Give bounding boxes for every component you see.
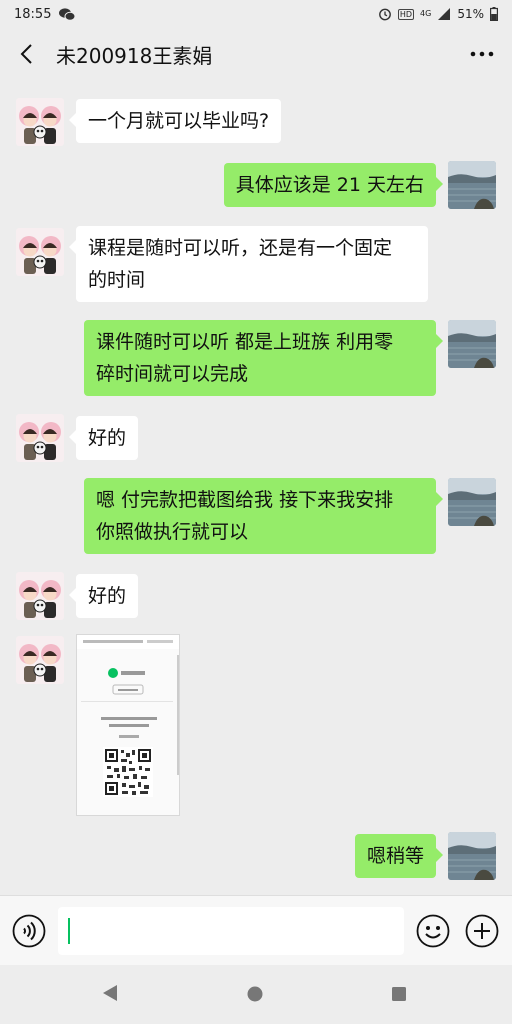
message-text: 具体应该是 21 天左右 (235, 174, 424, 196)
my-avatar[interactable] (448, 320, 496, 368)
nav-back-button[interactable] (100, 983, 120, 1007)
battery-icon (490, 7, 498, 21)
voice-icon (12, 914, 46, 948)
incoming-message[interactable]: 好的 (68, 574, 139, 618)
plus-icon (465, 914, 499, 948)
nav-recent-button[interactable] (391, 986, 407, 1006)
chat-area[interactable]: 一个月就可以毕业吗? 具体应该是 21 天左右 课程是随时可以听，还是有一个固定… (0, 80, 512, 895)
input-bar (0, 895, 512, 965)
status-bar: 18:55 HD 4G 51% (0, 0, 512, 28)
outgoing-message[interactable]: 具体应该是 21 天左右 (223, 163, 444, 207)
incoming-message[interactable]: 课程是随时可以听，还是有一个固定 的时间 (69, 226, 428, 302)
message-input[interactable] (58, 907, 404, 955)
hd-badge: HD (397, 8, 415, 20)
my-avatar[interactable] (448, 161, 496, 209)
incoming-message[interactable]: 好的 (68, 416, 139, 460)
network-label: 4G (420, 9, 432, 18)
emoji-icon (416, 914, 450, 948)
plus-button[interactable] (465, 914, 499, 948)
nav-home-button[interactable] (246, 985, 264, 1007)
back-button[interactable] (14, 42, 38, 66)
message-line: 碎时间就可以完成 (96, 363, 249, 385)
outgoing-message[interactable]: 课件随时可以听 都是上班族 利用零 碎时间就可以完成 (84, 320, 443, 396)
chat-header: 未200918王素娟 (0, 28, 512, 80)
voice-button[interactable] (12, 914, 46, 948)
circle-home-icon (247, 986, 263, 1002)
contact-avatar[interactable] (16, 636, 64, 684)
my-avatar[interactable] (448, 832, 496, 880)
chat-title: 未200918王素娟 (56, 43, 213, 68)
message-line: 嗯 付完款把截图给我 接下来我安排 (96, 489, 394, 511)
image-message-payment-screenshot[interactable] (76, 634, 180, 816)
signal-icon (437, 8, 451, 20)
text-cursor (68, 918, 70, 944)
alarm-icon (378, 7, 392, 21)
network-type: 4G (420, 10, 431, 18)
message-line: 课程是随时可以听，还是有一个固定 (88, 237, 393, 259)
battery-percent: 51% (457, 7, 484, 21)
contact-avatar[interactable] (16, 414, 64, 462)
chevron-left-icon (20, 44, 32, 64)
incoming-message[interactable]: 一个月就可以毕业吗? (68, 99, 282, 143)
square-recent-icon (392, 987, 406, 1001)
emoji-button[interactable] (416, 914, 450, 948)
my-avatar[interactable] (448, 478, 496, 526)
wechat-notification-icon (59, 7, 76, 21)
system-nav-bar (0, 965, 512, 1024)
message-text: 好的 (88, 585, 127, 607)
more-dots-icon (470, 51, 494, 57)
outgoing-message[interactable]: 嗯稍等 (354, 834, 444, 878)
more-button[interactable] (466, 42, 498, 66)
message-line: 课件随时可以听 都是上班族 利用零 (96, 331, 394, 353)
message-text: 好的 (88, 427, 127, 449)
contact-avatar[interactable] (16, 572, 64, 620)
status-time: 18:55 (14, 6, 52, 22)
outgoing-message[interactable]: 嗯 付完款把截图给我 接下来我安排 你照做执行就可以 (84, 478, 443, 554)
message-line: 你照做执行就可以 (96, 521, 249, 543)
message-text: 嗯稍等 (366, 845, 424, 867)
contact-avatar[interactable] (16, 98, 64, 146)
triangle-back-icon (103, 985, 117, 1001)
contact-avatar[interactable] (16, 228, 64, 276)
message-line: 的时间 (88, 269, 146, 291)
message-text: 一个月就可以毕业吗? (88, 110, 270, 132)
